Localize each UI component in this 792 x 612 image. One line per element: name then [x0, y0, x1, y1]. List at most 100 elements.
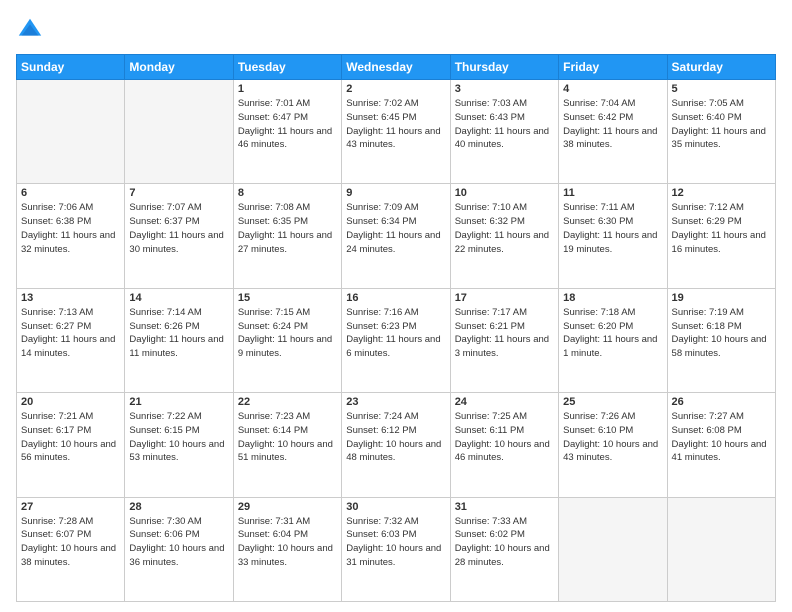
cell-info: Sunrise: 7:06 AM Sunset: 6:38 PM Dayligh…	[21, 201, 120, 256]
day-number: 14	[129, 292, 228, 304]
calendar-cell: 20 Sunrise: 7:21 AM Sunset: 6:17 PM Dayl…	[17, 393, 125, 497]
day-number: 29	[238, 501, 337, 513]
sunset-label: Sunset: 6:38 PM	[21, 216, 91, 227]
sunset-label: Sunset: 6:30 PM	[563, 216, 633, 227]
calendar-cell: 7 Sunrise: 7:07 AM Sunset: 6:37 PM Dayli…	[125, 184, 233, 288]
sunrise-label: Sunrise: 7:24 AM	[346, 411, 418, 422]
daylight-label: Daylight: 10 hours and 41 minutes.	[672, 439, 767, 464]
daylight-label: Daylight: 11 hours and 1 minute.	[563, 334, 657, 359]
sunrise-label: Sunrise: 7:06 AM	[21, 202, 93, 213]
daylight-label: Daylight: 10 hours and 46 minutes.	[455, 439, 550, 464]
sunset-label: Sunset: 6:32 PM	[455, 216, 525, 227]
calendar-cell: 18 Sunrise: 7:18 AM Sunset: 6:20 PM Dayl…	[559, 288, 667, 392]
calendar-cell: 17 Sunrise: 7:17 AM Sunset: 6:21 PM Dayl…	[450, 288, 558, 392]
day-number: 25	[563, 396, 662, 408]
sunrise-label: Sunrise: 7:27 AM	[672, 411, 744, 422]
sunset-label: Sunset: 6:35 PM	[238, 216, 308, 227]
sunset-label: Sunset: 6:40 PM	[672, 112, 742, 123]
daylight-label: Daylight: 11 hours and 6 minutes.	[346, 334, 440, 359]
day-number: 18	[563, 292, 662, 304]
cell-info: Sunrise: 7:04 AM Sunset: 6:42 PM Dayligh…	[563, 97, 662, 152]
daylight-label: Daylight: 11 hours and 35 minutes.	[672, 126, 766, 151]
day-number: 24	[455, 396, 554, 408]
daylight-label: Daylight: 11 hours and 30 minutes.	[129, 230, 223, 255]
cell-info: Sunrise: 7:11 AM Sunset: 6:30 PM Dayligh…	[563, 201, 662, 256]
sunrise-label: Sunrise: 7:16 AM	[346, 307, 418, 318]
sunrise-label: Sunrise: 7:17 AM	[455, 307, 527, 318]
calendar-cell: 21 Sunrise: 7:22 AM Sunset: 6:15 PM Dayl…	[125, 393, 233, 497]
day-header-wednesday: Wednesday	[342, 55, 450, 80]
calendar-cell: 24 Sunrise: 7:25 AM Sunset: 6:11 PM Dayl…	[450, 393, 558, 497]
sunset-label: Sunset: 6:14 PM	[238, 425, 308, 436]
day-number: 7	[129, 187, 228, 199]
daylight-label: Daylight: 11 hours and 11 minutes.	[129, 334, 223, 359]
cell-info: Sunrise: 7:15 AM Sunset: 6:24 PM Dayligh…	[238, 306, 337, 361]
calendar-cell: 8 Sunrise: 7:08 AM Sunset: 6:35 PM Dayli…	[233, 184, 341, 288]
calendar-cell: 6 Sunrise: 7:06 AM Sunset: 6:38 PM Dayli…	[17, 184, 125, 288]
sunset-label: Sunset: 6:12 PM	[346, 425, 416, 436]
header	[16, 16, 776, 44]
cell-info: Sunrise: 7:32 AM Sunset: 6:03 PM Dayligh…	[346, 515, 445, 570]
calendar-cell: 19 Sunrise: 7:19 AM Sunset: 6:18 PM Dayl…	[667, 288, 775, 392]
day-number: 1	[238, 83, 337, 95]
sunset-label: Sunset: 6:29 PM	[672, 216, 742, 227]
daylight-label: Daylight: 10 hours and 38 minutes.	[21, 543, 116, 568]
daylight-label: Daylight: 11 hours and 3 minutes.	[455, 334, 549, 359]
sunrise-label: Sunrise: 7:19 AM	[672, 307, 744, 318]
sunrise-label: Sunrise: 7:03 AM	[455, 98, 527, 109]
sunrise-label: Sunrise: 7:32 AM	[346, 516, 418, 527]
sunrise-label: Sunrise: 7:23 AM	[238, 411, 310, 422]
daylight-label: Daylight: 10 hours and 43 minutes.	[563, 439, 658, 464]
daylight-label: Daylight: 11 hours and 32 minutes.	[21, 230, 115, 255]
day-header-tuesday: Tuesday	[233, 55, 341, 80]
cell-info: Sunrise: 7:14 AM Sunset: 6:26 PM Dayligh…	[129, 306, 228, 361]
sunset-label: Sunset: 6:26 PM	[129, 321, 199, 332]
week-row-3: 20 Sunrise: 7:21 AM Sunset: 6:17 PM Dayl…	[17, 393, 776, 497]
calendar-cell: 26 Sunrise: 7:27 AM Sunset: 6:08 PM Dayl…	[667, 393, 775, 497]
calendar-cell: 12 Sunrise: 7:12 AM Sunset: 6:29 PM Dayl…	[667, 184, 775, 288]
cell-info: Sunrise: 7:25 AM Sunset: 6:11 PM Dayligh…	[455, 410, 554, 465]
cell-info: Sunrise: 7:22 AM Sunset: 6:15 PM Dayligh…	[129, 410, 228, 465]
calendar-cell: 5 Sunrise: 7:05 AM Sunset: 6:40 PM Dayli…	[667, 80, 775, 184]
cell-info: Sunrise: 7:09 AM Sunset: 6:34 PM Dayligh…	[346, 201, 445, 256]
cell-info: Sunrise: 7:01 AM Sunset: 6:47 PM Dayligh…	[238, 97, 337, 152]
day-number: 9	[346, 187, 445, 199]
day-header-thursday: Thursday	[450, 55, 558, 80]
day-number: 27	[21, 501, 120, 513]
calendar-cell: 3 Sunrise: 7:03 AM Sunset: 6:43 PM Dayli…	[450, 80, 558, 184]
cell-info: Sunrise: 7:07 AM Sunset: 6:37 PM Dayligh…	[129, 201, 228, 256]
day-number: 21	[129, 396, 228, 408]
day-number: 11	[563, 187, 662, 199]
calendar-cell: 29 Sunrise: 7:31 AM Sunset: 6:04 PM Dayl…	[233, 497, 341, 601]
daylight-label: Daylight: 10 hours and 31 minutes.	[346, 543, 441, 568]
daylight-label: Daylight: 10 hours and 48 minutes.	[346, 439, 441, 464]
calendar-cell: 15 Sunrise: 7:15 AM Sunset: 6:24 PM Dayl…	[233, 288, 341, 392]
day-number: 17	[455, 292, 554, 304]
day-number: 4	[563, 83, 662, 95]
calendar-cell: 11 Sunrise: 7:11 AM Sunset: 6:30 PM Dayl…	[559, 184, 667, 288]
daylight-label: Daylight: 10 hours and 58 minutes.	[672, 334, 767, 359]
calendar-cell	[667, 497, 775, 601]
day-header-sunday: Sunday	[17, 55, 125, 80]
sunrise-label: Sunrise: 7:14 AM	[129, 307, 201, 318]
day-number: 20	[21, 396, 120, 408]
cell-info: Sunrise: 7:17 AM Sunset: 6:21 PM Dayligh…	[455, 306, 554, 361]
daylight-label: Daylight: 10 hours and 51 minutes.	[238, 439, 333, 464]
calendar-cell: 28 Sunrise: 7:30 AM Sunset: 6:06 PM Dayl…	[125, 497, 233, 601]
logo	[16, 16, 48, 44]
calendar-cell: 2 Sunrise: 7:02 AM Sunset: 6:45 PM Dayli…	[342, 80, 450, 184]
day-number: 2	[346, 83, 445, 95]
sunrise-label: Sunrise: 7:25 AM	[455, 411, 527, 422]
sunset-label: Sunset: 6:20 PM	[563, 321, 633, 332]
week-row-4: 27 Sunrise: 7:28 AM Sunset: 6:07 PM Dayl…	[17, 497, 776, 601]
calendar-cell	[17, 80, 125, 184]
week-row-1: 6 Sunrise: 7:06 AM Sunset: 6:38 PM Dayli…	[17, 184, 776, 288]
sunset-label: Sunset: 6:34 PM	[346, 216, 416, 227]
sunset-label: Sunset: 6:10 PM	[563, 425, 633, 436]
sunset-label: Sunset: 6:23 PM	[346, 321, 416, 332]
sunset-label: Sunset: 6:27 PM	[21, 321, 91, 332]
week-row-0: 1 Sunrise: 7:01 AM Sunset: 6:47 PM Dayli…	[17, 80, 776, 184]
cell-info: Sunrise: 7:21 AM Sunset: 6:17 PM Dayligh…	[21, 410, 120, 465]
day-number: 8	[238, 187, 337, 199]
cell-info: Sunrise: 7:18 AM Sunset: 6:20 PM Dayligh…	[563, 306, 662, 361]
